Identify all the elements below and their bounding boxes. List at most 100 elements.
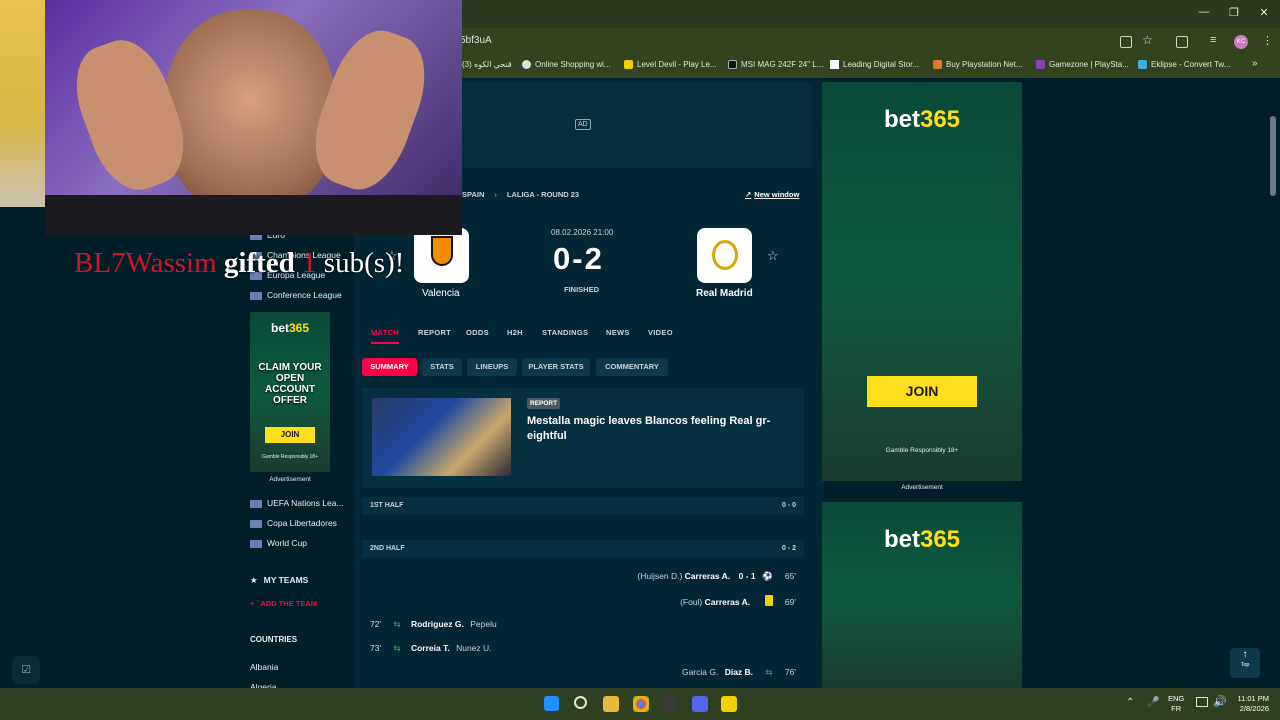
close-icon[interactable]: ✕ [1254,6,1274,22]
chevron-right-icon[interactable]: » [1252,58,1258,69]
avatar[interactable]: KC [1234,35,1248,49]
tab-video[interactable]: VIDEO [648,328,673,337]
windows-start-icon[interactable] [544,696,559,711]
my-teams-heading: ★ MY TEAMS [250,575,309,585]
substitution-icon: ⇆ [393,619,401,629]
sidebar-ad[interactable]: bet365 CLAIM YOUR OPEN ACCOUNT OFFER JOI… [250,312,330,472]
nav-item[interactable]: UEFA Nations Lea... [250,498,344,508]
shield-icon[interactable]: ☑ [12,656,40,684]
subtab-lineups[interactable]: LINEUPS [467,358,517,376]
nav-item[interactable]: Conference League [250,290,342,300]
subtab-summary[interactable]: SUMMARY [362,358,417,376]
network-icon[interactable] [1196,697,1208,707]
restore-icon[interactable]: ❐ [1224,6,1244,22]
bookmark-item[interactable]: Online Shopping wi... [522,60,611,70]
nav-item[interactable]: Copa Libertadores [250,518,337,528]
bookmark-item[interactable]: Leading Digital Stor... [830,60,919,70]
nav-item[interactable]: World Cup [250,538,307,548]
file-explorer-icon[interactable] [603,696,619,712]
ad-join-button[interactable]: JOIN [265,427,315,443]
ad-badge: AD [575,119,591,130]
home-team-name[interactable]: Valencia [422,288,460,299]
yellow-card-icon [764,595,773,606]
right-ad[interactable]: bet365 [822,502,1022,688]
first-half-header: 1ST HALF 0 - 0 [362,497,804,515]
countries-heading: COUNTRIES [250,635,298,644]
discord-icon[interactable] [692,696,708,712]
match-datetime: 08.02.2026 21:00 [551,228,614,237]
chrome-icon[interactable] [633,696,649,712]
event-substitution[interactable]: 73' ⇆ Correia T. Nunez U. [370,643,492,654]
bookmark-item[interactable]: Buy Playstation Net... [933,60,1022,70]
substitution-icon: ⇆ [393,643,401,653]
taskbar: ⌃ 🎤 ENG FR 🔊 11:01 PM 2/8/2026 [0,688,1280,720]
tab-odds[interactable]: ODDS [466,328,489,337]
arrow-up-icon: ↑ [1242,649,1248,660]
match-status: FINISHED [564,285,600,294]
reading-list-icon[interactable]: ≡ [1210,34,1222,46]
report-title[interactable]: Mestalla magic leaves Blancos feeling Re… [527,414,782,444]
event-card[interactable]: (Foul) Carreras A. 69' [680,595,796,607]
search-icon[interactable] [574,696,587,709]
subtab-stats[interactable]: STATS [422,358,462,376]
cast-icon[interactable] [1120,36,1132,48]
country-item[interactable]: Albania [250,662,278,672]
match-score: 0-2 [553,241,604,276]
real-madrid-logo[interactable] [697,228,752,283]
tab-report[interactable]: REPORT [418,328,451,337]
right-ad[interactable]: bet365 JOIN Gamble Responsibly 18+ [822,82,1022,481]
obs-icon[interactable] [662,696,678,712]
bookmark-item[interactable]: Gamezone | PlaySta... [1036,60,1129,70]
ad-logo: bet365 [883,106,961,133]
app-icon[interactable] [721,696,737,712]
bookmark-item[interactable]: قنحي الكوه (3) [462,60,512,69]
sub-gift-alert: BL7Wassim gifted 1 sub(s)! [74,247,405,279]
subtab-commentary[interactable]: COMMENTARY [596,358,668,376]
bookmark-item[interactable]: Level Devil - Play Le... [624,60,717,70]
menu-icon[interactable]: ⋮ [1262,34,1273,47]
streamer-face [165,10,335,210]
breadcrumb[interactable]: SPAIN › LALIGA - ROUND 23 [462,190,579,199]
tab-standings[interactable]: STANDINGS [542,328,588,337]
microphone-icon[interactable]: 🎤 [1147,697,1159,708]
ad-disclaimer: Gamble Responsibly 18+ [261,454,318,460]
substitution-icon: ⇆ [765,667,773,677]
ad-headline: CLAIM YOUR OPEN ACCOUNT OFFER [258,362,322,406]
volume-icon[interactable]: 🔊 [1213,695,1227,708]
ad-join-button[interactable]: JOIN [867,376,977,407]
clock[interactable]: 11:01 PM 2/8/2026 [1233,694,1269,714]
minimize-icon[interactable]: — [1194,6,1214,22]
bookmark-item[interactable]: Eklipse - Convert Tw... [1138,60,1230,70]
valencia-logo[interactable] [414,228,469,283]
event-substitution[interactable]: Garcia G. Diaz B. ⇆ 76' [682,667,796,678]
ad-disclaimer: Gamble Responsibly 18+ [885,447,959,454]
star-icon[interactable]: ☆ [767,248,779,264]
bookmark-item[interactable]: MSI MAG 242F 24" L... [728,60,823,70]
streamer-shirt [45,195,462,235]
subtab-player-stats[interactable]: PLAYER STATS [522,358,590,376]
new-window-link[interactable]: ↗ New window [745,190,799,199]
webcam-background [0,0,45,207]
away-team-name[interactable]: Real Madrid [696,288,753,299]
event-goal[interactable]: (Huijsen D.) Carreras A. 0 - 1 ⚽ 65' [637,571,796,582]
chevron-up-icon[interactable]: ⌃ [1126,697,1134,708]
tab-news[interactable]: NEWS [606,328,630,337]
report-badge: REPORT [527,398,561,409]
top-button[interactable]: ↑ Top [1230,648,1260,678]
tab-h2h[interactable]: H2H [507,328,523,337]
report-card[interactable]: REPORT Mestalla magic leaves Blancos fee… [362,388,804,488]
ball-icon: ⚽ [761,571,773,581]
tab-match[interactable]: MATCH [371,328,399,337]
active-tab-indicator [371,342,399,344]
url-text[interactable]: 5bf3uA [460,35,492,46]
ad-logo: bet365 [883,526,961,553]
event-substitution[interactable]: 72' ⇆ Rodriguez G. Pepelu [370,619,497,630]
star-bookmark-icon[interactable]: ☆ [1142,33,1154,47]
ad-label: Advertisement [901,484,943,491]
extensions-icon[interactable] [1176,36,1188,48]
add-team-link[interactable]: + ADD THE TEAM [250,599,317,608]
scrollbar-thumb[interactable] [1270,116,1276,196]
report-image [372,398,511,476]
language-indicator[interactable]: ENG FR [1168,694,1184,714]
ad-label: Advertisement [269,476,311,483]
